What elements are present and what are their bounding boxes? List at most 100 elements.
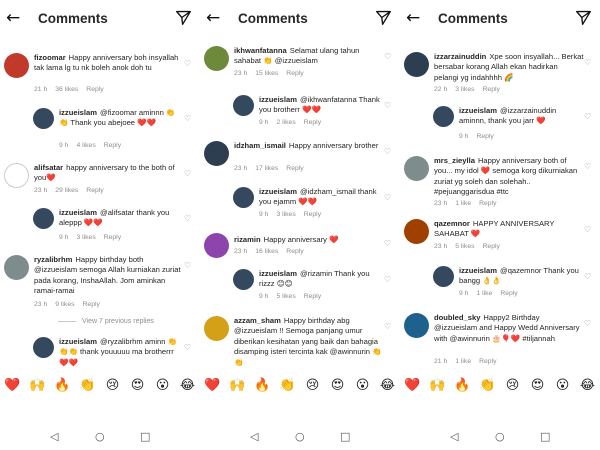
nav-recent-icon[interactable]: □ — [340, 430, 350, 443]
avatar[interactable] — [4, 163, 29, 188]
reply-button[interactable]: Reply — [83, 301, 100, 308]
comment-likes[interactable]: 2 likes — [276, 119, 295, 126]
reply-button[interactable]: Reply — [304, 293, 321, 300]
comment-username[interactable]: izzueislam — [459, 266, 497, 275]
reply-button[interactable]: Reply — [479, 358, 496, 365]
reply-button[interactable]: Reply — [304, 211, 321, 218]
emoji-reaction-button[interactable]: 😮 — [550, 379, 575, 392]
avatar[interactable] — [433, 106, 454, 127]
avatar[interactable] — [4, 53, 29, 78]
emoji-reaction-button[interactable]: 👏 — [275, 379, 300, 392]
comment-username[interactable]: izzueislam — [59, 208, 97, 217]
like-heart-icon[interactable]: ♡ — [384, 101, 391, 110]
comment-username[interactable]: izzueislam — [59, 337, 97, 346]
emoji-reaction-button[interactable]: 😢 — [500, 379, 525, 392]
reply-button[interactable]: Reply — [479, 200, 496, 207]
emoji-reaction-button[interactable]: 🙌 — [25, 379, 50, 392]
back-arrow-icon[interactable]: ← — [406, 9, 428, 27]
comment-username[interactable]: ikhwanfatanna — [234, 46, 287, 55]
avatar[interactable] — [4, 255, 29, 280]
comment-likes[interactable]: 1 like — [455, 200, 471, 207]
nav-back-icon[interactable]: ◁ — [250, 430, 258, 443]
nav-home-icon[interactable]: ○ — [495, 430, 505, 443]
comment-likes[interactable]: 29 likes — [55, 187, 78, 194]
emoji-reaction-button[interactable]: 😍 — [525, 379, 550, 392]
comment-likes[interactable]: 3 likes — [455, 86, 474, 93]
emoji-reaction-button[interactable]: 🙌 — [425, 379, 450, 392]
like-heart-icon[interactable]: ♡ — [584, 58, 591, 67]
emoji-reaction-button[interactable]: ❤️ — [0, 379, 25, 392]
comment-likes[interactable]: 9 likes — [55, 301, 74, 308]
comment-likes[interactable]: 5 likes — [276, 293, 295, 300]
avatar[interactable] — [404, 313, 429, 338]
avatar[interactable] — [33, 108, 54, 129]
like-heart-icon[interactable]: ♡ — [384, 193, 391, 202]
send-icon[interactable] — [175, 9, 192, 26]
comment-username[interactable]: izzueislam — [259, 269, 297, 278]
avatar[interactable] — [204, 46, 229, 71]
nav-home-icon[interactable]: ○ — [95, 430, 105, 443]
comment-username[interactable]: alifsatar — [34, 163, 63, 172]
emoji-reaction-button[interactable]: 🔥 — [50, 379, 75, 392]
like-heart-icon[interactable]: ♡ — [184, 214, 191, 223]
nav-recent-icon[interactable]: □ — [140, 430, 150, 443]
like-heart-icon[interactable]: ♡ — [584, 162, 591, 171]
comment-likes[interactable]: 1 like — [476, 290, 492, 297]
emoji-reaction-button[interactable]: 😮 — [150, 379, 175, 392]
avatar[interactable] — [233, 187, 254, 208]
comment-username[interactable]: ryzalibrhm — [34, 255, 72, 264]
reply-button[interactable]: Reply — [476, 133, 493, 140]
comment-username[interactable]: doubled_sky — [434, 313, 480, 322]
comment-likes[interactable]: 17 likes — [255, 165, 278, 172]
back-arrow-icon[interactable]: ← — [206, 9, 228, 27]
comment-username[interactable]: izzueislam — [259, 187, 297, 196]
emoji-reaction-button[interactable]: 🔥 — [450, 379, 475, 392]
comment-username[interactable]: izzarzainuddin — [434, 52, 486, 61]
emoji-reaction-button[interactable]: 😂 — [175, 379, 200, 392]
like-heart-icon[interactable]: ♡ — [384, 52, 391, 61]
reply-button[interactable]: Reply — [86, 187, 103, 194]
avatar[interactable] — [33, 337, 54, 358]
like-heart-icon[interactable]: ♡ — [584, 112, 591, 121]
like-heart-icon[interactable]: ♡ — [584, 225, 591, 234]
comment-likes[interactable]: 16 likes — [255, 248, 278, 255]
comment-likes[interactable]: 4 likes — [76, 142, 95, 149]
reply-button[interactable]: Reply — [286, 248, 303, 255]
emoji-reaction-button[interactable]: ❤️ — [400, 379, 425, 392]
reply-button[interactable]: Reply — [304, 119, 321, 126]
nav-back-icon[interactable]: ◁ — [450, 430, 458, 443]
emoji-reaction-button[interactable]: 😮 — [350, 379, 375, 392]
emoji-reaction-button[interactable]: 🙌 — [225, 379, 250, 392]
avatar[interactable] — [204, 233, 229, 258]
comment-likes[interactable]: 3 likes — [276, 211, 295, 218]
nav-back-icon[interactable]: ◁ — [50, 430, 58, 443]
emoji-reaction-button[interactable]: 😢 — [100, 379, 125, 392]
avatar[interactable] — [204, 141, 229, 166]
avatar[interactable] — [404, 156, 429, 181]
comment-likes[interactable]: 3 likes — [76, 234, 95, 241]
view-previous-replies-link[interactable]: View 7 previous replies — [58, 318, 154, 325]
emoji-reaction-button[interactable]: 🔥 — [250, 379, 275, 392]
comment-likes[interactable]: 5 likes — [455, 243, 474, 250]
comment-username[interactable]: mrs_zieylla — [434, 156, 475, 165]
like-heart-icon[interactable]: ♡ — [184, 343, 191, 352]
comment-username[interactable]: izzueislam — [459, 106, 497, 115]
emoji-reaction-button[interactable]: ❤️ — [200, 379, 225, 392]
reply-button[interactable]: Reply — [500, 290, 517, 297]
comment-username[interactable]: fizoomar — [34, 53, 66, 62]
avatar[interactable] — [433, 266, 454, 287]
send-icon[interactable] — [575, 9, 592, 26]
avatar[interactable] — [204, 316, 229, 341]
avatar[interactable] — [33, 208, 54, 229]
send-icon[interactable] — [375, 9, 392, 26]
comment-username[interactable]: izzueislam — [59, 108, 97, 117]
emoji-reaction-button[interactable]: 😂 — [575, 379, 600, 392]
nav-recent-icon[interactable]: □ — [540, 430, 550, 443]
like-heart-icon[interactable]: ♡ — [384, 275, 391, 284]
comment-username[interactable]: rizamin — [234, 235, 261, 244]
emoji-reaction-button[interactable]: 👏 — [475, 379, 500, 392]
emoji-reaction-button[interactable]: 😂 — [375, 379, 400, 392]
comment-username[interactable]: idzham_ismail — [234, 141, 286, 150]
avatar[interactable] — [233, 95, 254, 116]
avatar[interactable] — [404, 52, 429, 77]
